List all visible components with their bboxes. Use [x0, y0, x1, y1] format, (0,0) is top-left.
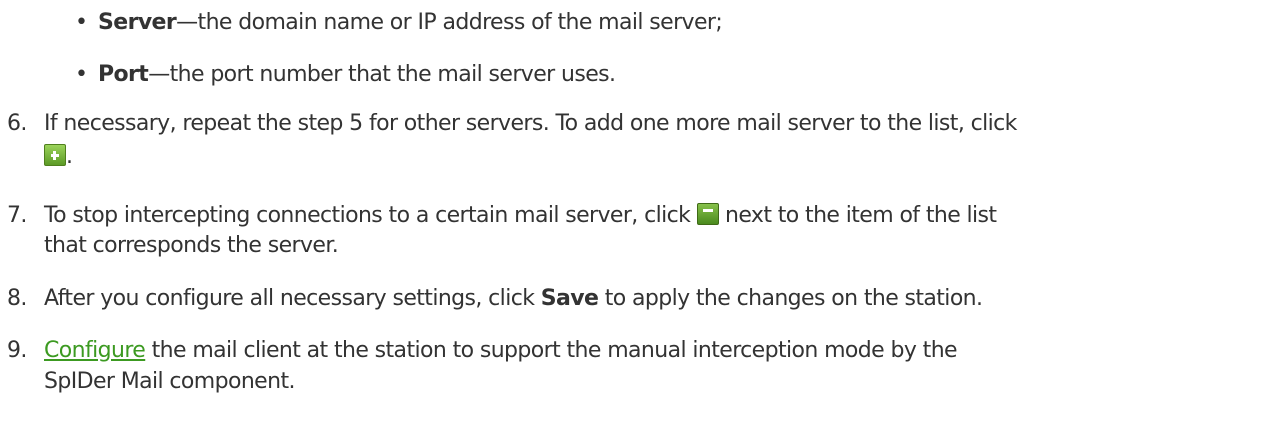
step-text: To stop intercepting connections to a ce… [44, 201, 997, 231]
bullet-dot: • [75, 62, 88, 87]
bullet-term: Server [98, 10, 177, 35]
remove-minus-icon[interactable] [696, 203, 719, 225]
configure-link[interactable]: Configure [44, 338, 146, 363]
bullet-text: —the domain name or IP address of the ma… [176, 10, 723, 35]
step-text-line2: that corresponds the server. [44, 233, 339, 258]
step-text-line2: SpIDer Mail component. [44, 369, 295, 394]
document-body: • Server—the domain name or IP address of… [0, 0, 1279, 432]
add-plus-icon[interactable] [44, 144, 66, 166]
step-text-before: After you configure all necessary settin… [44, 286, 541, 311]
save-label: Save [540, 286, 599, 311]
step-number: 9. [7, 338, 27, 363]
step-text-line2: . [44, 142, 73, 172]
bullet-port: • Port—the port number that the mail serv… [75, 60, 616, 90]
bullet-text: —the port number that the mail server us… [148, 62, 616, 87]
bullet-server: • Server—the domain name or IP address of… [75, 8, 723, 38]
step-text-after: to apply the changes on the station. [598, 286, 983, 311]
bullet-dot: • [75, 10, 88, 35]
step-text: Configure the mail client at the station… [44, 336, 958, 366]
bullet-term: Port [98, 62, 149, 87]
step-number: 7. [7, 203, 27, 228]
step-number: 6. [7, 111, 27, 136]
step-number: 8. [7, 286, 27, 311]
step-text: If necessary, repeat the step 5 for othe… [44, 111, 1017, 136]
step-text-after: the mail client at the station to suppor… [145, 338, 958, 363]
step-text-after: next to the item of the list [718, 203, 997, 228]
step-text: After you configure all necessary settin… [44, 284, 983, 314]
step-text-period: . [66, 144, 73, 169]
step-text-before: To stop intercepting connections to a ce… [44, 203, 697, 228]
